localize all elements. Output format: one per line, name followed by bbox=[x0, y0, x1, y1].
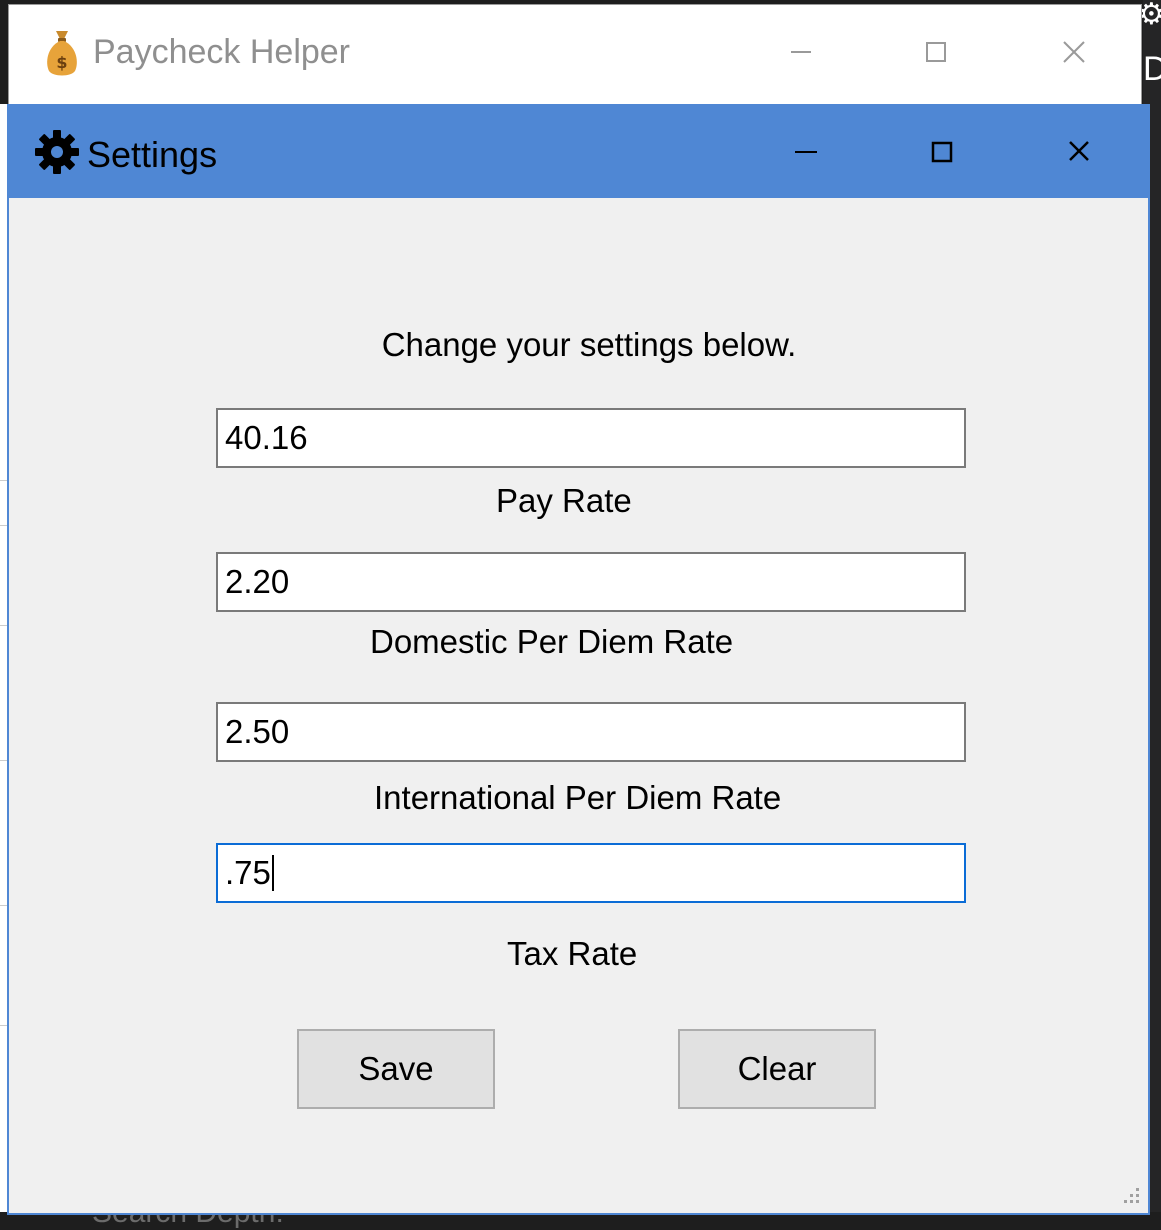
settings-title-bar[interactable]: Settings bbox=[9, 106, 1148, 198]
pay-rate-input[interactable]: 40.16 bbox=[216, 408, 966, 468]
international-per-diem-label: International Per Diem Rate bbox=[374, 779, 782, 816]
main-window-title: Paycheck Helper bbox=[93, 33, 351, 71]
gear-icon bbox=[35, 130, 79, 174]
pay-rate-label: Pay Rate bbox=[496, 482, 632, 519]
settings-maximize-button[interactable] bbox=[912, 127, 972, 177]
settings-minimize-button[interactable] bbox=[776, 127, 836, 177]
tax-rate-value: .75 bbox=[225, 854, 271, 891]
save-button[interactable]: Save bbox=[297, 1029, 495, 1109]
settings-title: Settings bbox=[87, 134, 218, 175]
international-per-diem-input[interactable]: 2.50 bbox=[216, 702, 966, 762]
domestic-per-diem-input[interactable]: 2.20 bbox=[216, 552, 966, 612]
tax-rate-input[interactable]: .75 bbox=[216, 843, 966, 903]
svg-text:$: $ bbox=[56, 53, 67, 72]
clear-button[interactable]: Clear bbox=[678, 1029, 876, 1109]
main-window: $ Paycheck Helper bbox=[8, 4, 1142, 105]
settings-instructions: Change your settings below. bbox=[381, 326, 797, 363]
money-bag-icon: $ bbox=[47, 31, 77, 76]
settings-close-button[interactable] bbox=[1049, 127, 1109, 177]
domestic-per-diem-label: Domestic Per Diem Rate bbox=[370, 623, 734, 660]
resize-grip-icon[interactable] bbox=[1118, 1182, 1144, 1208]
main-minimize-button[interactable] bbox=[771, 27, 831, 77]
main-maximize-button[interactable] bbox=[906, 27, 966, 77]
background-right-glyph: D bbox=[1143, 50, 1161, 88]
main-close-button[interactable] bbox=[1044, 27, 1104, 77]
text-caret bbox=[271, 855, 274, 892]
tax-rate-label: Tax Rate bbox=[507, 935, 638, 972]
